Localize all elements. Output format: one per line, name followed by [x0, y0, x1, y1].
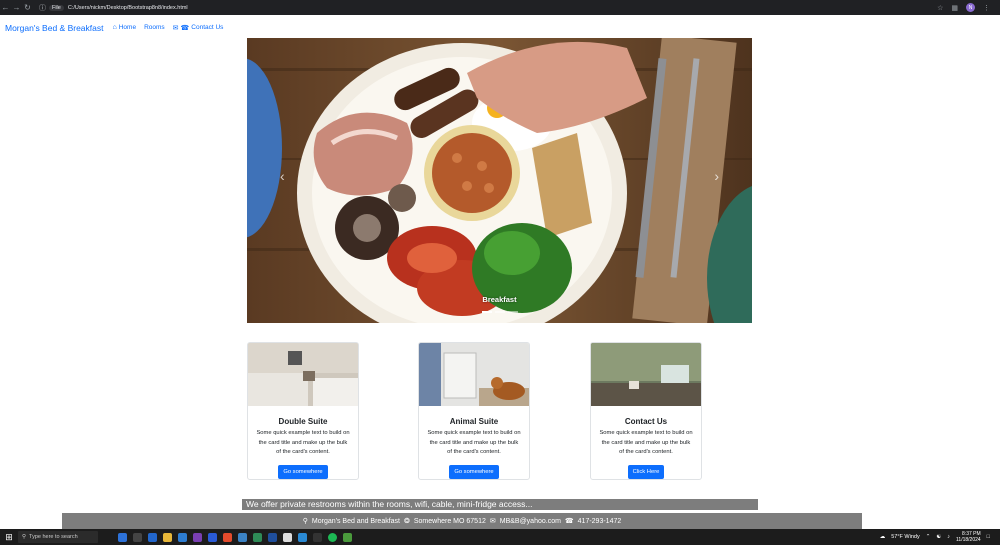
search-placeholder: Type here to search — [29, 534, 78, 540]
card-double-suite: Double Suite Some quick example text to … — [247, 342, 359, 480]
taskbar-search[interactable]: ⚲ Type here to search — [18, 531, 98, 543]
weather-text[interactable]: 57°F Windy — [891, 534, 920, 540]
app-icon[interactable] — [283, 532, 292, 542]
footer-address: Morgan's Bed and Breakfast — [311, 517, 400, 525]
file-chip: File — [48, 4, 64, 11]
contact-footer: ⚲ Morgan's Bed and Breakfast ❂ Somewhere… — [62, 513, 862, 529]
compass-icon: ❂ — [404, 518, 410, 525]
reload-icon[interactable]: ↻ — [22, 3, 33, 12]
go-somewhere-button[interactable]: Go somewhere — [278, 464, 328, 479]
desk-image — [591, 343, 701, 406]
task-view-icon[interactable] — [133, 532, 142, 542]
vscode-icon[interactable] — [298, 532, 307, 542]
map-pin-icon: ⚲ — [302, 518, 308, 525]
app-icon[interactable] — [343, 532, 352, 542]
nav-link-contact[interactable]: ✉ ☎ Contact Us — [173, 24, 224, 32]
info-icon[interactable]: ⓘ — [39, 3, 46, 13]
amenities-banner: We offer private restrooms within the ro… — [242, 499, 758, 510]
search-icon: ⚲ — [22, 534, 27, 540]
address-bar[interactable]: ⓘ File C:/Users/nickm/Desktop/Bootstrap8… — [38, 2, 938, 13]
clock[interactable]: 8:37 PM 11/18/2024 — [956, 531, 981, 543]
nav-link-label: Rooms — [144, 24, 165, 31]
carousel-indicator[interactable] — [507, 311, 518, 313]
go-somewhere-button[interactable]: Go somewhere — [449, 464, 499, 479]
card-contact-us: Contact Us Some quick example text to bu… — [590, 342, 702, 480]
profile-avatar[interactable]: N — [966, 3, 976, 12]
envelope-icon: ✉ — [489, 518, 496, 525]
system-tray: ☁ 57°F Windy ⌃ ☯ ♪ 8:37 PM 11/18/2024 □ — [880, 531, 1000, 543]
footer-email[interactable]: MB&B@yahoo.com — [500, 518, 561, 525]
chrome-icon[interactable] — [223, 532, 232, 542]
clock-date: 11/18/2024 — [956, 537, 981, 543]
app-icon[interactable] — [238, 532, 247, 542]
card-title: Animal Suite — [449, 417, 499, 426]
site-navbar: Morgan's Bed & Breakfast ⌂ Home Rooms ✉ … — [0, 15, 1000, 40]
bedroom-image — [248, 343, 358, 406]
app-icon[interactable] — [253, 532, 262, 542]
menu-kebab-icon[interactable]: ⋮ — [983, 4, 990, 12]
carousel-indicator[interactable] — [494, 311, 505, 313]
url-text[interactable]: C:/Users/nickm/Desktop/Bootstrap8n8/inde… — [68, 5, 188, 11]
copilot-icon[interactable] — [118, 532, 127, 542]
edge-icon[interactable] — [148, 532, 157, 542]
card-text: Some quick example text to build on the … — [256, 430, 350, 456]
word-icon[interactable] — [208, 532, 217, 542]
extensions-icon[interactable]: ▦ — [951, 4, 958, 12]
browser-toolbar: ← → ↻ ⓘ File C:/Users/nickm/Desktop/Boot… — [0, 0, 1000, 15]
spotify-icon[interactable] — [328, 532, 337, 542]
volume-icon[interactable]: ♪ — [947, 534, 950, 540]
hero-carousel: ‹ › Breakfast — [247, 38, 752, 323]
carousel-next-icon[interactable]: › — [714, 168, 719, 184]
carousel-caption: Breakfast — [482, 295, 517, 304]
notifications-icon[interactable]: □ — [987, 534, 990, 540]
phone-icon: ☎ — [564, 518, 574, 525]
card-title: Contact Us — [624, 417, 668, 426]
file-explorer-icon[interactable] — [163, 532, 172, 542]
footer-location: Somewhere MO 67512 — [413, 517, 486, 525]
os-taskbar: ⊞ ⚲ Type here to search ☁ 57°F Windy ⌃ ☯… — [0, 529, 1000, 545]
nav-link-label: Home — [118, 24, 137, 31]
card-text: Some quick example text to build on the … — [599, 430, 693, 456]
bookmark-star-icon[interactable]: ☆ — [937, 4, 943, 12]
card-title: Double Suite — [278, 417, 328, 426]
windows-start-icon[interactable]: ⊞ — [0, 532, 18, 543]
nav-link-label: Contact Us — [191, 24, 224, 31]
taskbar-apps — [118, 532, 352, 542]
terminal-icon[interactable] — [313, 532, 322, 542]
carousel-indicator[interactable] — [481, 311, 492, 313]
breakfast-image — [247, 38, 752, 323]
nav-link-home[interactable]: ⌂ Home — [112, 24, 136, 31]
back-arrow-icon[interactable]: ← — [0, 3, 11, 12]
network-icon[interactable]: ☯ — [936, 534, 941, 540]
photoshop-icon[interactable] — [268, 532, 277, 542]
brand-link[interactable]: Morgan's Bed & Breakfast — [5, 23, 103, 33]
weather-icon[interactable]: ☁ — [880, 534, 886, 540]
nav-link-rooms[interactable]: Rooms — [144, 24, 165, 31]
envelope-icon: ✉ — [172, 24, 179, 32]
dog-room-image — [419, 343, 529, 406]
card-animal-suite: Animal Suite Some quick example text to … — [418, 342, 530, 480]
onenote-icon[interactable] — [193, 532, 202, 542]
home-icon: ⌂ — [112, 24, 117, 31]
carousel-prev-icon[interactable]: ‹ — [280, 168, 285, 184]
click-here-button[interactable]: Click Here — [627, 464, 665, 479]
forward-arrow-icon[interactable]: → — [11, 3, 22, 12]
phone-icon: ☎ — [180, 24, 190, 32]
carousel-indicators — [247, 311, 752, 313]
store-icon[interactable] — [178, 532, 187, 542]
footer-phone[interactable]: 417-293-1472 — [578, 518, 622, 525]
tray-chevron-icon[interactable]: ⌃ — [926, 534, 931, 540]
card-text: Some quick example text to build on the … — [427, 430, 521, 456]
